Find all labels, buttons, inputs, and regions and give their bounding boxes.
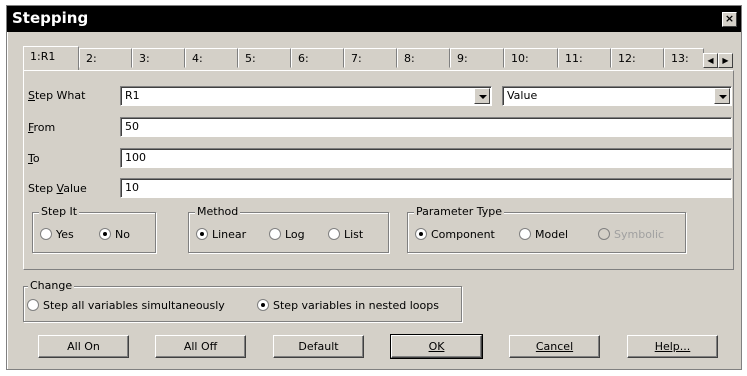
step-value-field[interactable]: 10 — [120, 178, 732, 198]
tab-2[interactable]: 2: — [79, 48, 132, 68]
from-label: From — [28, 121, 56, 134]
step-it-group: Step It Yes No — [32, 205, 156, 253]
stepping-dialog: Stepping × 1:R1 2: 3: 4: 5: 6: 7: 8: 9: … — [6, 5, 742, 370]
tab-13[interactable]: 13: — [664, 48, 704, 68]
tab-panel: Step What R1 Value From 50 To 100 Step V… — [23, 70, 734, 270]
change-group: Change Step all variables simultaneously… — [23, 279, 462, 322]
cancel-button[interactable]: Cancel — [509, 335, 600, 358]
method-linear-radio[interactable]: Linear — [196, 228, 246, 241]
tab-9[interactable]: 9: — [450, 48, 504, 68]
step-what-param-dropdown[interactable]: Value — [502, 86, 732, 106]
all-on-button[interactable]: All On — [38, 335, 129, 358]
change-nested-radio[interactable]: Step variables in nested loops — [257, 299, 439, 312]
tab-scroll-left-icon[interactable]: ◀ — [703, 53, 718, 68]
change-simultaneous-radio[interactable]: Step all variables simultaneously — [27, 299, 225, 312]
tab-1[interactable]: 1:R1 — [23, 46, 79, 70]
step-it-yes-radio[interactable]: Yes — [40, 228, 74, 241]
method-log-radio[interactable]: Log — [269, 228, 305, 241]
step-it-no-radio[interactable]: No — [99, 228, 130, 241]
dialog-title: Stepping — [12, 9, 89, 27]
parameter-type-title: Parameter Type — [414, 205, 504, 218]
step-what-value: R1 — [125, 89, 140, 102]
to-label: To — [28, 152, 40, 165]
param-model-radio[interactable]: Model — [519, 228, 568, 241]
default-button[interactable]: Default — [273, 335, 364, 358]
all-off-button[interactable]: All Off — [155, 335, 246, 358]
tab-strip: 1:R1 2: 3: 4: 5: 6: 7: 8: 9: 10: 11: 12:… — [23, 46, 735, 70]
method-group: Method Linear Log List — [188, 205, 389, 253]
step-what-label: Step What — [28, 89, 86, 102]
param-symbolic-radio: Symbolic — [598, 228, 664, 241]
step-what-param-value: Value — [507, 89, 538, 102]
method-title: Method — [195, 205, 241, 218]
tab-11[interactable]: 11: — [558, 48, 611, 68]
method-list-radio[interactable]: List — [328, 228, 363, 241]
chevron-down-icon[interactable] — [714, 88, 730, 104]
help-button[interactable]: Help... — [627, 335, 718, 358]
tab-7[interactable]: 7: — [344, 48, 397, 68]
tab-5[interactable]: 5: — [238, 48, 291, 68]
param-component-radio[interactable]: Component — [415, 228, 495, 241]
tab-8[interactable]: 8: — [397, 48, 450, 68]
from-field[interactable]: 50 — [120, 117, 732, 137]
ok-button[interactable]: OK — [390, 334, 483, 359]
close-button[interactable]: × — [722, 12, 737, 27]
to-field[interactable]: 100 — [120, 148, 732, 168]
step-value-label: Step Value — [28, 182, 87, 195]
parameter-type-group: Parameter Type Component Model Symbolic — [407, 205, 686, 253]
title-bar: Stepping × — [7, 6, 741, 32]
tab-6[interactable]: 6: — [291, 48, 344, 68]
change-title: Change — [28, 279, 75, 292]
chevron-down-icon[interactable] — [474, 88, 490, 104]
tab-3[interactable]: 3: — [132, 48, 185, 68]
tab-scroll-right-icon[interactable]: ▶ — [718, 53, 733, 68]
tab-12[interactable]: 12: — [611, 48, 664, 68]
tab-4[interactable]: 4: — [185, 48, 238, 68]
step-it-title: Step It — [39, 205, 80, 218]
tab-10[interactable]: 10: — [504, 48, 558, 68]
step-what-dropdown[interactable]: R1 — [120, 86, 492, 106]
